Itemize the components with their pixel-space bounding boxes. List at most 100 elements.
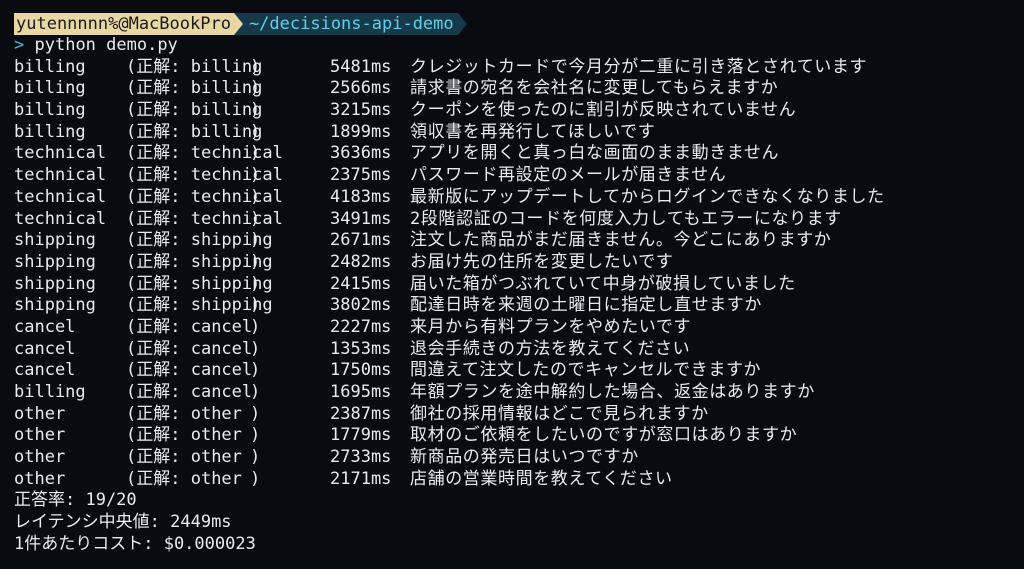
terminal-window[interactable]: yutennnnn%@MacBookPro ~/decisions-api-de…	[0, 0, 1024, 569]
correct-prefix: (正解:	[126, 143, 191, 164]
result-row: other (正解: other) 1779ms 取材のご依頼をしたいのですが窓口はあ…	[14, 425, 1024, 447]
summary-accuracy: 正答率: 19/20	[14, 490, 137, 511]
correct-label: (正解: billing	[126, 121, 262, 144]
paren-close: )	[250, 251, 261, 272]
latency-value: 2733ms	[330, 447, 392, 468]
result-row: other (正解: other) 2387ms 御社の採用情報はどこで見られますか	[14, 404, 1024, 426]
correct-prefix: (正解:	[126, 273, 191, 294]
truth-label: cancel	[190, 316, 253, 337]
query-text: 来月から有料プランをやめたいです	[410, 316, 692, 337]
correct-prefix: (正解:	[126, 186, 191, 207]
paren-close: )	[250, 360, 261, 381]
result-row: shipping (正解: shipping) 3802ms 配達日時を来週の土曜日に…	[14, 295, 1024, 317]
correct-prefix: (正解:	[126, 295, 191, 316]
latency-value: 1779ms	[330, 425, 392, 446]
query-text: 店舗の営業時間を教えてください	[410, 468, 673, 489]
paren-close: )	[250, 100, 261, 121]
query-text: 領収書を再発行してほしいです	[410, 121, 656, 142]
correct-prefix: (正解:	[126, 382, 191, 402]
latency-value: 1695ms	[330, 382, 392, 402]
paren-close: )	[250, 273, 261, 294]
truth-label: cancel	[190, 382, 253, 402]
result-row: cancel (正解: cancel) 1353ms 退会手続きの方法を教えてください	[14, 339, 1024, 361]
query-text: 御社の採用情報はどこで見られますか	[410, 403, 709, 424]
correct-label: (正解: other	[126, 404, 250, 426]
predicted-label: billing	[14, 100, 86, 121]
prompt-path: ~/decisions-api-demo	[242, 13, 458, 35]
result-row: cancel (正解: cancel) 1750ms 間違えて注文したのでキャンセルで…	[14, 360, 1024, 382]
correct-prefix: (正解:	[126, 338, 191, 359]
result-row: technical (正解: technical) 4183ms 最新版にアップデート…	[14, 187, 1024, 209]
result-row: technical (正解: technical) 3636ms アプリを開くと真っ白…	[14, 143, 1024, 165]
predicted-label: technical	[14, 143, 107, 164]
correct-prefix: (正解:	[126, 360, 191, 381]
summary-median-latency: レイテンシ中央値: 2449ms	[14, 512, 232, 533]
result-row: cancel (正解: cancel) 2227ms 来月から有料プランをやめたいです	[14, 317, 1024, 339]
prompt-bar: yutennnnn%@MacBookPro ~/decisions-api-de…	[14, 13, 1024, 35]
predicted-label: shipping	[14, 230, 96, 251]
correct-prefix: (正解:	[126, 100, 191, 121]
results-output: billing (正解: billing) 5481ms クレジットカードで今月分が二…	[14, 57, 1024, 491]
latency-value: 5481ms	[330, 56, 392, 77]
query-text: パスワード再設定のメールが届きません	[410, 165, 727, 186]
predicted-label: technical	[14, 186, 107, 207]
correct-label: (正解: other	[126, 469, 250, 491]
correct-label: (正解: shipping	[126, 230, 273, 252]
query-text: 最新版にアップデートしてからログインできなくなりました	[410, 186, 885, 207]
correct-label: (正解: billing	[126, 78, 262, 100]
paren-close: )	[250, 338, 261, 359]
truth-label: other	[190, 403, 242, 424]
result-row: billing (正解: billing) 1899ms 領収書を再発行してほしいです	[14, 122, 1024, 144]
predicted-label: billing	[14, 382, 86, 402]
correct-prefix: (正解:	[126, 447, 191, 468]
correct-label: (正解: technical	[126, 186, 283, 209]
latency-value: 2671ms	[330, 230, 392, 251]
correct-prefix: (正解:	[126, 251, 191, 272]
query-text: クレジットカードで今月分が二重に引き落とされています	[410, 56, 868, 77]
result-row: shipping (正解: shipping) 2671ms 注文した商品がまだ届きま…	[14, 230, 1024, 252]
latency-value: 3636ms	[330, 143, 392, 164]
truth-label: cancel	[190, 360, 253, 381]
query-text: 2段階認証のコードを何度入力してもエラーになります	[410, 208, 842, 229]
result-row: other (正解: other) 2733ms 新商品の発売日はいつですか	[14, 447, 1024, 469]
paren-close: )	[250, 78, 261, 99]
result-row: billing (正解: billing) 3215ms クーポンを使ったのに割引が反…	[14, 100, 1024, 122]
query-text: アプリを開くと真っ白な画面のまま動きません	[410, 143, 780, 164]
summary-cost-per-item: 1件あたりコスト: $0.000023	[14, 533, 256, 554]
paren-close: )	[250, 316, 261, 337]
predicted-label: technical	[14, 165, 107, 186]
result-row: shipping (正解: shipping) 2415ms 届いた箱がつぶれていて中…	[14, 274, 1024, 296]
paren-close: )	[250, 230, 261, 251]
correct-label: (正解: cancel	[126, 360, 253, 382]
truth-label: other	[190, 447, 242, 468]
correct-prefix: (正解:	[126, 165, 191, 186]
truth-label: other	[190, 425, 242, 446]
correct-label: (正解: shipping	[126, 251, 273, 274]
correct-label: (正解: shipping	[126, 295, 273, 317]
correct-label: (正解: other	[126, 447, 250, 469]
correct-prefix: (正解:	[126, 425, 191, 446]
paren-close: )	[250, 403, 261, 424]
paren-close: )	[250, 425, 261, 446]
latency-value: 2227ms	[330, 316, 392, 337]
predicted-label: shipping	[14, 273, 96, 294]
prompt-separator-arrow	[233, 13, 243, 35]
paren-close: )	[250, 468, 261, 489]
latency-value: 1750ms	[330, 360, 392, 381]
correct-prefix: (正解:	[126, 121, 191, 142]
predicted-label: other	[14, 425, 66, 446]
paren-close: )	[250, 56, 261, 77]
paren-close: )	[250, 165, 261, 186]
command-text: python demo.py	[34, 35, 178, 55]
result-row: billing (正解: cancel) 1695ms 年額プランを途中解約した場合、…	[14, 382, 1024, 404]
command-line: > python demo.py	[14, 35, 1024, 57]
predicted-label: other	[14, 447, 66, 468]
paren-close: )	[250, 208, 261, 229]
correct-prefix: (正解:	[126, 403, 191, 424]
correct-prefix: (正解:	[126, 468, 191, 489]
correct-prefix: (正解:	[126, 78, 191, 99]
paren-close: )	[250, 121, 261, 142]
predicted-label: cancel	[14, 360, 76, 381]
result-row: technical (正解: technical) 2375ms パスワード再設定のメ…	[14, 165, 1024, 187]
correct-label: (正解: technical	[126, 143, 283, 165]
